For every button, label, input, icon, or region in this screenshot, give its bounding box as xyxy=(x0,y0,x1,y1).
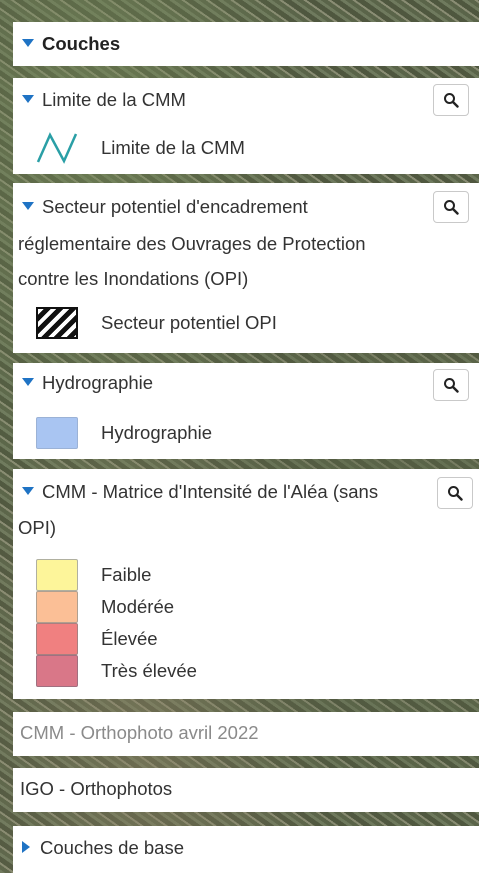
legend-item: Hydrographie xyxy=(36,417,212,449)
legend-swatch xyxy=(36,623,78,655)
legend-swatch xyxy=(36,655,78,687)
layer-group-limite-cmm: Limite de la CMM Limite de la CMM xyxy=(13,78,479,174)
legend-label: Limite de la CMM xyxy=(101,137,245,158)
hatched-box-icon xyxy=(36,307,78,339)
caret-down-icon xyxy=(22,39,34,48)
legend-swatch xyxy=(36,591,78,623)
legend-label: Hydrographie xyxy=(101,422,213,443)
legend-item: Faible xyxy=(36,559,151,591)
legend-item: Très élevée xyxy=(36,655,197,687)
caret-down-icon xyxy=(22,202,34,211)
legend-label: Modérée xyxy=(101,596,175,617)
zoom-to-layer-button[interactable] xyxy=(433,369,469,401)
legend-label: Secteur potentiel OPI xyxy=(101,312,277,333)
layer-group-toggle[interactable]: Limite de la CMM xyxy=(22,82,429,118)
layers-header-title[interactable]: Couches xyxy=(22,26,429,62)
legend-item: Limite de la CMM xyxy=(36,132,245,164)
legend-item: Élevée xyxy=(36,623,158,655)
base-layers-toggle[interactable]: Couches de base xyxy=(22,830,429,866)
zoom-to-layer-button[interactable] xyxy=(437,477,473,509)
layer-item-orthophoto-cmm[interactable]: CMM - Orthophoto avril 2022 xyxy=(13,712,479,756)
zigzag-line-icon xyxy=(36,132,78,164)
layer-group-title-line-3: contre les Inondations (OPI) xyxy=(18,268,249,289)
layer-group-hydrographie: Hydrographie Hydrographie xyxy=(13,363,479,459)
magnifier-icon xyxy=(444,378,459,393)
caret-down-icon xyxy=(22,95,34,104)
legend-label: Élevée xyxy=(101,628,158,649)
layers-header[interactable]: Couches xyxy=(13,22,479,66)
caret-down-icon xyxy=(22,378,34,387)
magnifier-icon xyxy=(444,93,459,108)
legend-item: Modérée xyxy=(36,591,174,623)
magnifier-icon xyxy=(448,486,463,501)
magnifier-icon xyxy=(444,200,459,215)
layer-item-label: CMM - Orthophoto avril 2022 xyxy=(20,722,259,743)
layer-group-title-line-2: réglementaire des Ouvrages de Protection xyxy=(18,233,366,254)
zoom-to-layer-button[interactable] xyxy=(433,84,469,116)
base-layers-group[interactable]: Couches de base xyxy=(13,826,479,873)
layer-group-title-line-2: OPI) xyxy=(18,517,57,538)
legend-label: Très élevée xyxy=(101,660,197,681)
layer-item-orthophotos-igo[interactable]: IGO - Orthophotos xyxy=(13,768,479,812)
layer-group-toggle[interactable]: Secteur potentiel d'encadrement xyxy=(22,189,429,224)
layer-group-matrice-alea: CMM - Matrice d'Intensité de l'Aléa (san… xyxy=(13,469,479,699)
legend-swatch xyxy=(36,417,78,449)
layer-group-toggle[interactable]: Hydrographie xyxy=(22,365,429,401)
caret-right-icon xyxy=(22,841,30,854)
zoom-to-layer-button[interactable] xyxy=(433,191,469,223)
layer-group-secteur-opi: Secteur potentiel d'encadrement réglemen… xyxy=(13,183,479,353)
legend-label: Faible xyxy=(101,564,152,585)
legend-item: Secteur potentiel OPI xyxy=(36,307,277,339)
layer-group-toggle[interactable]: CMM - Matrice d'Intensité de l'Aléa (san… xyxy=(22,475,435,509)
legend-swatch xyxy=(36,559,78,591)
caret-down-icon xyxy=(22,487,34,496)
layer-item-label: IGO - Orthophotos xyxy=(20,778,173,799)
